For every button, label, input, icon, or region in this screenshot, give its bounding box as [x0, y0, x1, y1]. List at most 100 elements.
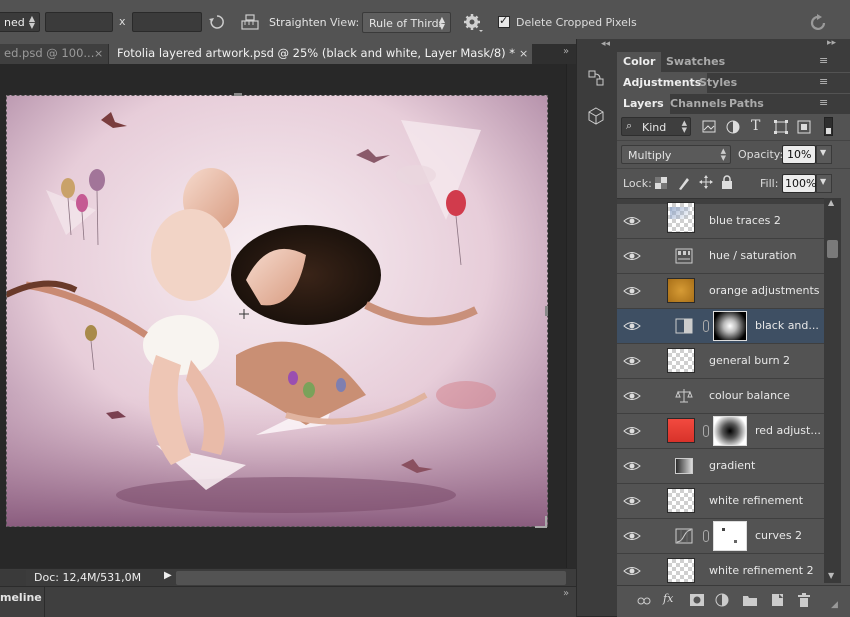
fill-dropdown-button[interactable]: ▼: [816, 174, 832, 193]
eye-icon[interactable]: [623, 248, 641, 264]
link-chain-icon[interactable]: [703, 530, 709, 542]
tab-label: Color: [623, 55, 656, 68]
doc-info[interactable]: Doc: 12,4M/531,0M: [34, 571, 141, 584]
chevron-updown-icon: ▲ ▼: [720, 147, 726, 162]
panel-menu-icon[interactable]: ≡: [819, 54, 828, 67]
eye-icon[interactable]: [623, 213, 641, 229]
eye-icon[interactable]: [623, 423, 641, 439]
mask-icon[interactable]: [690, 594, 704, 606]
straighten-label: Straighten: [269, 16, 327, 29]
filter-kind-select[interactable]: ⌕ Kind ▲ ▼: [621, 117, 691, 136]
scroll-up-arrow-icon[interactable]: ▲: [828, 198, 834, 207]
layer-row[interactable]: orange adjustments: [617, 274, 824, 309]
lock-image-icon[interactable]: [677, 175, 691, 190]
new-layer-icon[interactable]: [771, 593, 784, 607]
blend-mode-select[interactable]: Multiply ▲ ▼: [621, 145, 731, 164]
collapse-panels-icon[interactable]: ▸▸: [827, 38, 836, 48]
swap-icon[interactable]: [208, 13, 226, 31]
link-icon[interactable]: [637, 595, 651, 607]
layer-row[interactable]: colour balance: [617, 379, 824, 414]
panel-menu-icon[interactable]: ≡: [819, 75, 828, 88]
filter-adjustment-icon[interactable]: [726, 120, 740, 134]
close-icon[interactable]: ×: [94, 47, 103, 60]
artwork-canvas[interactable]: [6, 95, 548, 527]
tab-other-document[interactable]: ed.psd @ 100...: [0, 44, 108, 64]
crop-height-input[interactable]: [132, 12, 202, 32]
lock-position-icon[interactable]: [699, 175, 713, 189]
layer-row[interactable]: general burn 2: [617, 344, 824, 379]
status-menu-arrow-icon[interactable]: ▶: [164, 570, 172, 581]
layer-row[interactable]: white refinement 2: [617, 554, 824, 584]
eye-icon[interactable]: [623, 283, 641, 299]
collapse-dock-icon[interactable]: ◂◂: [601, 39, 610, 49]
reset-icon[interactable]: [809, 13, 829, 33]
lock-transparent-icon[interactable]: [655, 177, 667, 189]
artwork-image: [6, 95, 548, 527]
opacity-input[interactable]: 10%: [782, 145, 816, 164]
layer-name: white refinement: [709, 494, 804, 507]
layer-row[interactable]: gradient: [617, 449, 824, 484]
delete-cropped-checkbox[interactable]: ✓: [498, 14, 510, 28]
history-panel-button[interactable]: [585, 67, 607, 89]
scroll-thumb[interactable]: [827, 240, 838, 258]
crop-handle-top[interactable]: [234, 93, 242, 96]
layer-row[interactable]: curves 2: [617, 519, 824, 554]
tab-active-document[interactable]: Fotolia layered artwork.psd @ 25% (black…: [109, 44, 532, 64]
eye-icon[interactable]: [623, 353, 641, 369]
fill-input[interactable]: 100%: [782, 174, 816, 193]
tab-swatches[interactable]: Swatches: [660, 52, 731, 72]
eye-icon[interactable]: [623, 493, 641, 509]
filter-shape-icon[interactable]: [774, 120, 788, 134]
double-chevron-right-icon[interactable]: »: [563, 46, 569, 57]
lock-all-icon[interactable]: [721, 175, 733, 189]
horizontal-scrollbar[interactable]: [176, 571, 566, 585]
layer-mask-thumbnail[interactable]: [713, 311, 747, 341]
panel-menu-icon[interactable]: ≡: [819, 96, 828, 109]
folder-icon[interactable]: [743, 594, 757, 606]
adjustment-icon[interactable]: [715, 593, 729, 607]
chevron-updown-icon: ▲ ▼: [28, 14, 35, 30]
opacity-dropdown-button[interactable]: ▼: [816, 145, 832, 164]
fx-icon[interactable]: fx: [663, 592, 673, 605]
eye-icon[interactable]: [623, 563, 641, 579]
crop-handle-corner-br[interactable]: [535, 516, 547, 528]
layer-row[interactable]: red adjust...: [617, 414, 824, 449]
crop-mode-select[interactable]: ned ▲ ▼: [0, 12, 40, 32]
view-overlay-select[interactable]: Rule of Thirds ▲ ▼: [362, 12, 451, 33]
tab-layers[interactable]: Layers: [617, 94, 670, 114]
layer-row[interactable]: hue / saturation: [617, 239, 824, 274]
straighten-button[interactable]: Straighten: [265, 11, 327, 33]
eye-icon[interactable]: [623, 528, 641, 544]
close-icon[interactable]: ×: [519, 47, 528, 60]
timeline-tab-label[interactable]: meline: [0, 591, 42, 604]
gear-icon[interactable]: [463, 13, 485, 33]
layer-mask-thumbnail[interactable]: [713, 521, 747, 551]
3d-panel-button[interactable]: [585, 105, 607, 127]
tab-paths[interactable]: Paths: [723, 94, 770, 114]
layer-row-selected[interactable]: black and...: [617, 309, 824, 344]
filter-pixel-icon[interactable]: [702, 120, 716, 133]
eye-icon[interactable]: [623, 388, 641, 404]
filter-type-icon[interactable]: T: [751, 118, 760, 134]
link-chain-icon[interactable]: [703, 320, 709, 332]
zoom-field[interactable]: [0, 570, 26, 586]
layer-row[interactable]: white refinement: [617, 484, 824, 519]
trash-icon[interactable]: [798, 593, 810, 607]
layer-list-scrollbar[interactable]: ▲ ▼: [824, 198, 841, 583]
filter-toggle-switch[interactable]: [824, 117, 833, 136]
straighten-icon[interactable]: [240, 13, 260, 31]
layers-panel-tabs: Layers Channels Paths ≡: [617, 94, 850, 114]
collapse-chevron-icon[interactable]: »: [563, 588, 569, 599]
crop-width-input[interactable]: [45, 12, 113, 32]
tab-color[interactable]: Color: [617, 52, 662, 72]
panel-resize-grip-icon[interactable]: ◢: [831, 600, 838, 610]
scroll-down-arrow-icon[interactable]: ▼: [828, 571, 834, 580]
eye-icon[interactable]: [623, 458, 641, 474]
link-chain-icon[interactable]: [703, 425, 709, 437]
layer-mask-thumbnail[interactable]: [713, 416, 747, 446]
tab-styles[interactable]: Styles: [693, 73, 743, 93]
filter-smart-object-icon[interactable]: [797, 120, 811, 134]
crop-handle-right[interactable]: [545, 306, 548, 316]
eye-icon[interactable]: [623, 318, 641, 334]
layer-row[interactable]: blue traces 2: [617, 202, 824, 239]
